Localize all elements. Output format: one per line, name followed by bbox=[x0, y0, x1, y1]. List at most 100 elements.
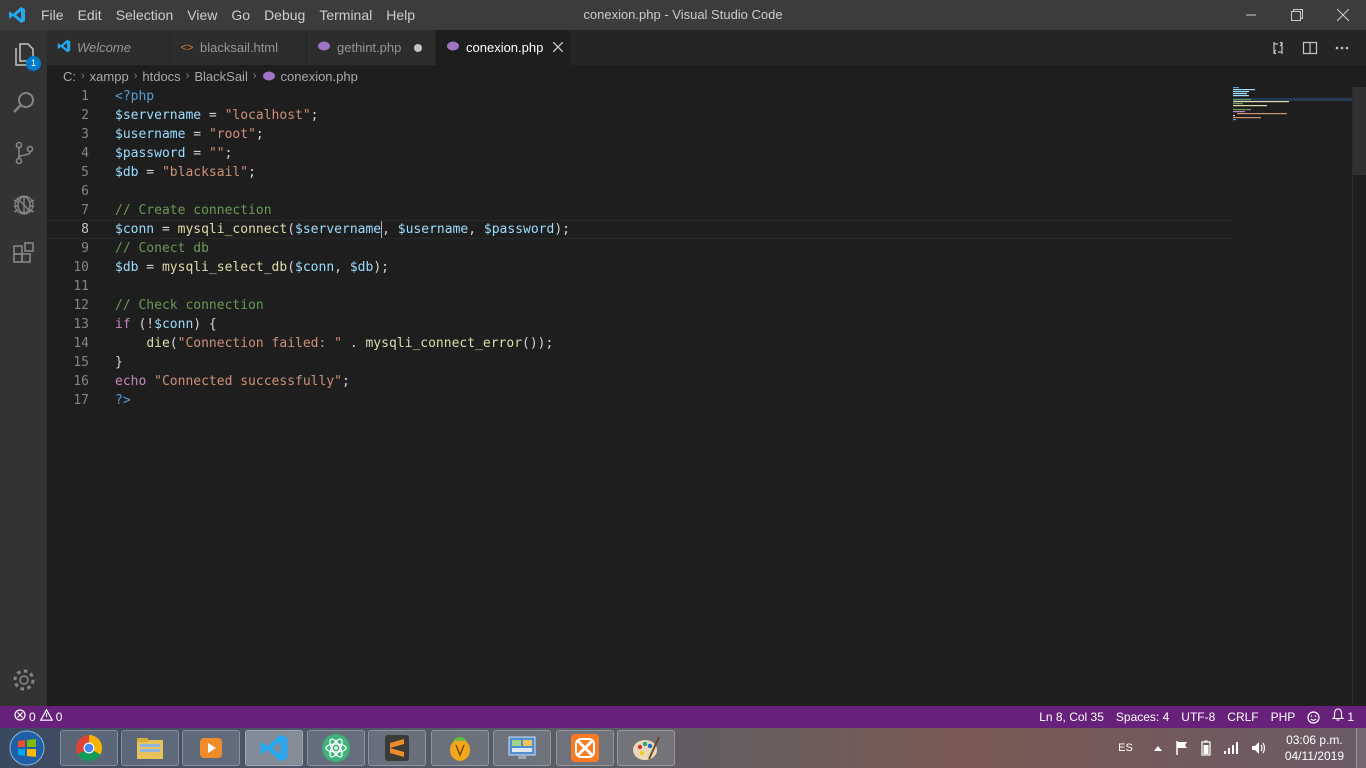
battery-icon bbox=[1201, 740, 1211, 756]
start-button[interactable] bbox=[4, 729, 50, 767]
taskbar-control-panel[interactable] bbox=[493, 730, 551, 766]
tab-gethint-php[interactable]: gethint.php bbox=[307, 30, 436, 65]
menu-help[interactable]: Help bbox=[379, 0, 422, 30]
taskbar-paint[interactable] bbox=[617, 730, 675, 766]
warning-count: 0 bbox=[55, 710, 63, 724]
search-button[interactable] bbox=[0, 79, 47, 127]
file-encoding[interactable]: UTF-8 bbox=[1175, 706, 1221, 728]
line-ending[interactable]: CRLF bbox=[1221, 706, 1264, 728]
tab-label: Welcome bbox=[77, 40, 131, 55]
menu-go[interactable]: Go bbox=[224, 0, 257, 30]
speaker-icon bbox=[1251, 742, 1265, 754]
input-language[interactable]: ES bbox=[1112, 742, 1139, 754]
tab-welcome[interactable]: Welcome bbox=[47, 30, 170, 65]
taskbar-atom[interactable] bbox=[307, 730, 365, 766]
breadcrumb-item[interactable]: BlackSail bbox=[194, 69, 247, 84]
tab-conexion-php[interactable]: conexion.php bbox=[436, 30, 571, 65]
open-changes-button[interactable] bbox=[1262, 30, 1294, 65]
taskbar-file-explorer[interactable] bbox=[121, 730, 179, 766]
taskbar-media-player[interactable] bbox=[182, 730, 240, 766]
tab-label: gethint.php bbox=[337, 40, 402, 55]
code-line[interactable]: 12 // Check connection bbox=[47, 296, 1233, 315]
code-line[interactable]: 16 echo "Connected successfully"; bbox=[47, 372, 1233, 391]
minimap-preview bbox=[1233, 87, 1353, 121]
volume-button[interactable] bbox=[1245, 741, 1273, 755]
feedback-smiley-icon[interactable] bbox=[1301, 706, 1326, 728]
breadcrumb-item[interactable]: conexion.php bbox=[281, 69, 358, 84]
source-control-button[interactable] bbox=[0, 129, 47, 177]
editor-actions bbox=[1262, 30, 1358, 65]
code-line-current[interactable]: 8 $conn = mysqli_connect($servername, $us… bbox=[47, 220, 1233, 239]
debug-button[interactable] bbox=[0, 180, 47, 228]
vertical-scrollbar[interactable] bbox=[1352, 87, 1366, 706]
code-line[interactable]: 14 die("Connection failed: " . mysqli_co… bbox=[47, 334, 1233, 353]
minimize-button[interactable] bbox=[1228, 0, 1274, 30]
code-line[interactable]: 4 $password = ""; bbox=[47, 144, 1233, 163]
show-hidden-icons-button[interactable] bbox=[1147, 744, 1169, 752]
menu-file[interactable]: File bbox=[34, 0, 71, 30]
more-actions-button[interactable] bbox=[1326, 30, 1358, 65]
code-line[interactable]: 9 // Conect db bbox=[47, 239, 1233, 258]
language-mode[interactable]: PHP bbox=[1265, 706, 1302, 728]
unsaved-dot-icon[interactable] bbox=[411, 40, 425, 55]
menu-selection[interactable]: Selection bbox=[109, 0, 181, 30]
system-clock[interactable]: 03:06 p.m. 04/11/2019 bbox=[1273, 732, 1356, 764]
html-brackets-icon: <> bbox=[180, 41, 194, 54]
settings-button[interactable] bbox=[0, 656, 47, 704]
taskbar-xampp[interactable] bbox=[556, 730, 614, 766]
breadcrumb-item[interactable]: xampp bbox=[90, 69, 129, 84]
split-editor-button[interactable] bbox=[1294, 30, 1326, 65]
xampp-icon bbox=[571, 734, 599, 762]
code-line[interactable]: 5 $db = "blacksail"; bbox=[47, 163, 1233, 182]
tab-label: blacksail.html bbox=[200, 40, 279, 55]
action-center-button[interactable] bbox=[1169, 740, 1195, 756]
code-line[interactable]: 17 ?> bbox=[47, 391, 1233, 410]
php-elephant-icon bbox=[446, 41, 460, 54]
scrollbar-thumb[interactable] bbox=[1353, 87, 1366, 175]
code-line[interactable]: 13 if (!$conn) { bbox=[47, 315, 1233, 334]
settings-gear-icon bbox=[13, 669, 34, 691]
file-explorer-icon bbox=[137, 738, 163, 759]
code-line[interactable]: 3 $username = "root"; bbox=[47, 125, 1233, 144]
menu-edit[interactable]: Edit bbox=[71, 0, 109, 30]
breadcrumb-item[interactable]: htdocs bbox=[142, 69, 180, 84]
taskbar-vscode[interactable] bbox=[245, 730, 303, 766]
tab-blacksail-html[interactable]: <> blacksail.html bbox=[170, 30, 307, 65]
fl-studio-icon bbox=[450, 737, 470, 761]
cursor-position[interactable]: Ln 8, Col 35 bbox=[1033, 706, 1110, 728]
extensions-button[interactable] bbox=[0, 230, 47, 278]
menu-view[interactable]: View bbox=[180, 0, 224, 30]
code-line[interactable]: 10 $db = mysqli_select_db($conn, $db); bbox=[47, 258, 1233, 277]
vscode-icon bbox=[260, 734, 288, 762]
network-button[interactable] bbox=[1217, 741, 1245, 755]
battery-button[interactable] bbox=[1195, 740, 1217, 756]
close-window-button[interactable] bbox=[1320, 0, 1366, 30]
code-line[interactable]: 7 // Create connection bbox=[47, 201, 1233, 220]
code-line[interactable]: 15} bbox=[47, 353, 1233, 372]
code-line[interactable]: 11 bbox=[47, 277, 1233, 296]
taskbar-fl-studio[interactable] bbox=[431, 730, 489, 766]
vscode-logo-icon bbox=[0, 0, 34, 30]
indentation[interactable]: Spaces: 4 bbox=[1110, 706, 1175, 728]
line-number: 16 bbox=[73, 374, 89, 389]
code-line[interactable]: 2 $servername = "localhost"; bbox=[47, 106, 1233, 125]
code-line[interactable]: 1 <?php bbox=[47, 87, 1233, 106]
taskbar-chrome[interactable] bbox=[60, 730, 118, 766]
breadcrumb-item[interactable]: C: bbox=[63, 69, 76, 84]
line-number: 14 bbox=[73, 336, 89, 351]
close-tab-icon[interactable] bbox=[552, 40, 564, 55]
code-line[interactable]: 6 bbox=[47, 182, 1233, 201]
notifications-button[interactable]: 1 bbox=[1326, 706, 1360, 728]
error-count: 0 bbox=[29, 710, 36, 724]
minimap[interactable] bbox=[1233, 87, 1353, 706]
show-desktop-button[interactable] bbox=[1356, 728, 1366, 768]
code-editor[interactable]: 1 <?php 2 $servername = "localhost"; 3 $use… bbox=[47, 87, 1366, 706]
taskbar-sublime-text[interactable] bbox=[368, 730, 426, 766]
text-cursor bbox=[381, 221, 383, 238]
line-code: die("Connection failed: " . mysqli_conne… bbox=[146, 336, 554, 351]
explorer-button[interactable]: 1 bbox=[0, 30, 47, 78]
restore-button[interactable] bbox=[1274, 0, 1320, 30]
menu-terminal[interactable]: Terminal bbox=[312, 0, 379, 30]
problems-indicator[interactable]: 0 0 bbox=[8, 706, 68, 728]
menu-debug[interactable]: Debug bbox=[257, 0, 312, 30]
